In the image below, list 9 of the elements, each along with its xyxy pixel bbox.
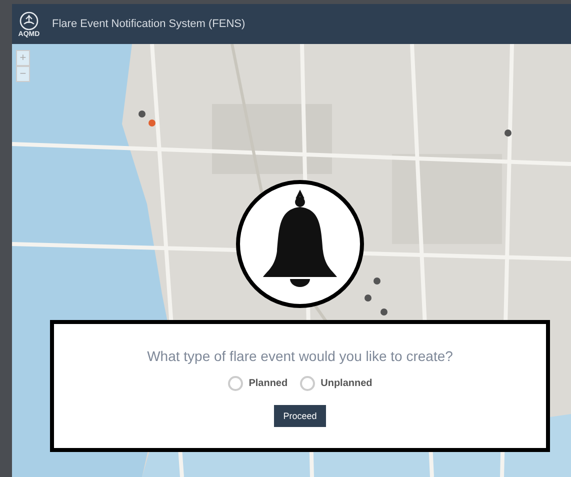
bell-icon — [235, 179, 365, 309]
radio-button[interactable] — [300, 376, 315, 391]
logo-icon — [18, 10, 40, 30]
app-title: Flare Event Notification System (FENS) — [52, 18, 246, 30]
radio-label[interactable]: Unplanned — [320, 378, 372, 389]
dialog-question: What type of flare event would you like to create? — [147, 348, 453, 364]
radio-label[interactable]: Planned — [248, 378, 288, 389]
proceed-button[interactable]: Proceed — [274, 405, 326, 427]
radio-button[interactable] — [228, 376, 243, 391]
